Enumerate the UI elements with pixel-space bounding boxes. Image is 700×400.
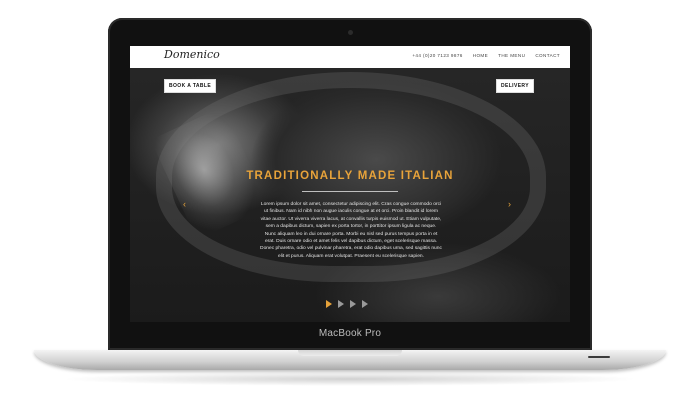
hero-title: TRADITIONALLY MADE ITALIAN bbox=[246, 170, 454, 182]
nav-home[interactable]: HOME bbox=[473, 53, 488, 58]
laptop-base bbox=[34, 350, 666, 370]
delivery-button[interactable]: DELIVERY bbox=[495, 79, 534, 93]
camera-icon bbox=[348, 30, 353, 35]
slider-indicator-1[interactable] bbox=[326, 300, 332, 308]
website-screen: Domenico +44 (0)20 7123 9876 HOME THE ME… bbox=[130, 46, 570, 322]
hero-body-text: Lorem ipsum dolor sit amet, consectetur … bbox=[260, 202, 442, 259]
hero-section: BOOK A TABLE DELIVERY ‹ › bbox=[130, 68, 570, 322]
laptop-shadow bbox=[60, 372, 640, 386]
slider-indicator-2[interactable] bbox=[338, 300, 344, 308]
book-table-button[interactable]: BOOK A TABLE bbox=[164, 79, 217, 93]
nav-menu[interactable]: THE MENU bbox=[498, 53, 525, 58]
laptop-lid: Domenico +44 (0)20 7123 9876 HOME THE ME… bbox=[108, 18, 592, 350]
site-navbar: Domenico +44 (0)20 7123 9876 HOME THE ME… bbox=[130, 46, 570, 68]
nav-contact[interactable]: CONTACT bbox=[535, 53, 560, 58]
slider-indicators bbox=[326, 300, 368, 308]
slider-prev-arrow-icon[interactable]: ‹ bbox=[183, 199, 186, 209]
slider-indicator-4[interactable] bbox=[362, 300, 368, 308]
title-divider bbox=[302, 191, 398, 192]
nav-links: +44 (0)20 7123 9876 HOME THE MENU CONTAC… bbox=[412, 53, 560, 58]
site-logo[interactable]: Domenico bbox=[164, 48, 220, 61]
slider-next-arrow-icon[interactable]: › bbox=[508, 199, 511, 209]
sleep-indicator-icon bbox=[588, 356, 610, 358]
slider-indicator-3[interactable] bbox=[350, 300, 356, 308]
laptop-hinge-notch bbox=[298, 350, 402, 356]
device-label: MacBook Pro bbox=[318, 328, 382, 339]
nav-phone[interactable]: +44 (0)20 7123 9876 bbox=[412, 53, 462, 58]
